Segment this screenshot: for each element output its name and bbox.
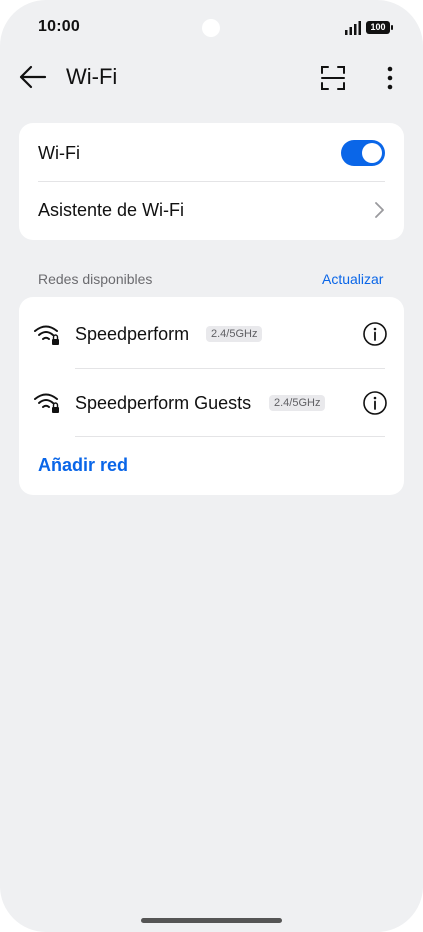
chevron-right-icon[interactable] bbox=[373, 201, 385, 219]
networks-card: Speedperform 2.4/5GHz Speedperform Guest… bbox=[19, 297, 404, 495]
divider bbox=[38, 181, 385, 182]
divider bbox=[75, 436, 385, 437]
wifi-assistant-item[interactable]: Asistente de Wi-Fi bbox=[38, 200, 184, 221]
network-item[interactable]: Speedperform 2.4/5GHz bbox=[19, 297, 404, 365]
band-badge: 2.4/5GHz bbox=[269, 395, 326, 411]
status-bar: 10:00 100 bbox=[0, 0, 423, 56]
signal-icon bbox=[345, 21, 361, 35]
refresh-button[interactable]: Actualizar bbox=[322, 271, 383, 287]
wifi-toggle[interactable] bbox=[341, 140, 385, 166]
front-camera bbox=[202, 19, 220, 37]
status-time: 10:00 bbox=[38, 18, 80, 35]
app-bar: Wi-Fi bbox=[0, 56, 423, 100]
wifi-label: Wi-Fi bbox=[38, 143, 80, 163]
info-icon[interactable] bbox=[362, 321, 388, 347]
info-icon[interactable] bbox=[362, 390, 388, 416]
battery-icon: 100 bbox=[366, 21, 393, 34]
band-badge: 2.4/5GHz bbox=[206, 326, 263, 342]
wifi-lock-icon bbox=[34, 393, 59, 413]
network-item[interactable]: Speedperform Guests 2.4/5GHz bbox=[19, 365, 404, 433]
home-indicator[interactable] bbox=[141, 918, 282, 923]
wifi-settings-card: Wi-Fi Asistente de Wi-Fi bbox=[19, 123, 404, 240]
toggle-knob bbox=[362, 143, 382, 163]
scan-qr-icon[interactable] bbox=[320, 65, 346, 91]
phone-screen: 10:00 100 Wi-Fi Wi-Fi Asistente de Wi-Fi bbox=[0, 0, 423, 932]
network-name: Speedperform bbox=[75, 324, 190, 344]
wifi-lock-icon bbox=[34, 325, 59, 345]
network-name: Speedperform Guests bbox=[75, 393, 252, 413]
page-title: Wi-Fi bbox=[66, 64, 118, 89]
back-arrow-icon[interactable] bbox=[18, 64, 48, 90]
more-options-icon[interactable] bbox=[378, 64, 402, 92]
section-header-available-networks: Redes disponibles bbox=[38, 271, 153, 287]
add-network-button[interactable]: Añadir red bbox=[38, 455, 128, 476]
